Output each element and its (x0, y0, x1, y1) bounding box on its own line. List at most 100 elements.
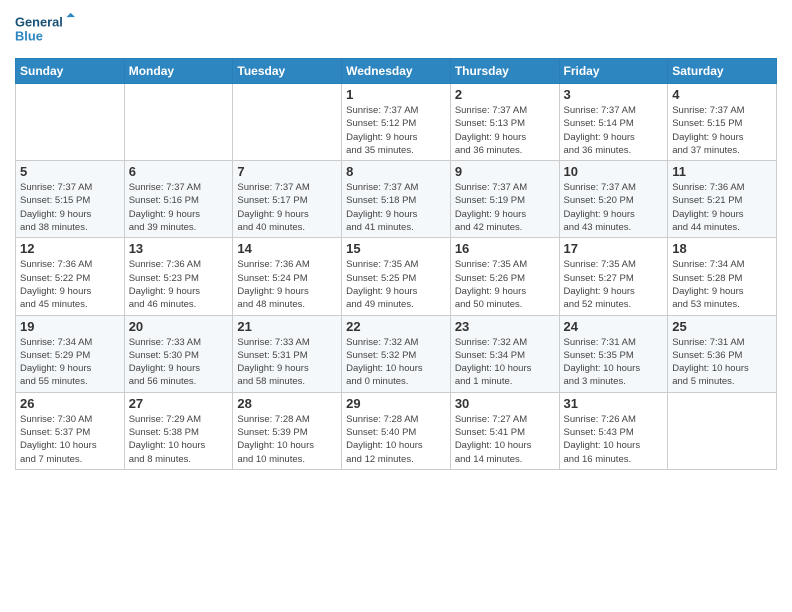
header: General Blue (15, 10, 777, 50)
day-number: 18 (672, 241, 772, 256)
day-info: Sunrise: 7:28 AM Sunset: 5:39 PM Dayligh… (237, 413, 337, 466)
day-cell: 11 Sunrise: 7:36 AM Sunset: 5:21 PM Dayli… (668, 161, 777, 238)
day-cell: 10 Sunrise: 7:37 AM Sunset: 5:20 PM Dayli… (559, 161, 668, 238)
day-info: Sunrise: 7:36 AM Sunset: 5:21 PM Dayligh… (672, 181, 772, 234)
day-cell: 6 Sunrise: 7:37 AM Sunset: 5:16 PM Daylig… (124, 161, 233, 238)
day-info: Sunrise: 7:35 AM Sunset: 5:27 PM Dayligh… (564, 258, 664, 311)
day-info: Sunrise: 7:27 AM Sunset: 5:41 PM Dayligh… (455, 413, 555, 466)
day-number: 19 (20, 319, 120, 334)
day-cell: 26 Sunrise: 7:30 AM Sunset: 5:37 PM Dayli… (16, 392, 125, 469)
day-number: 14 (237, 241, 337, 256)
day-cell: 27Sunrise: 7:29 AM Sunset: 5:38 PM Dayli… (124, 392, 233, 469)
day-number: 17 (564, 241, 664, 256)
day-number: 31 (564, 396, 664, 411)
day-number: 16 (455, 241, 555, 256)
weekday-header-friday: Friday (559, 59, 668, 84)
day-cell: 7 Sunrise: 7:37 AM Sunset: 5:17 PM Daylig… (233, 161, 342, 238)
day-number: 28 (237, 396, 337, 411)
day-info: Sunrise: 7:37 AM Sunset: 5:15 PM Dayligh… (20, 181, 120, 234)
day-cell: 19 Sunrise: 7:34 AM Sunset: 5:29 PM Dayli… (16, 315, 125, 392)
day-cell: 9 Sunrise: 7:37 AM Sunset: 5:19 PM Daylig… (450, 161, 559, 238)
day-cell: 17 Sunrise: 7:35 AM Sunset: 5:27 PM Dayli… (559, 238, 668, 315)
day-info: Sunrise: 7:37 AM Sunset: 5:17 PM Dayligh… (237, 181, 337, 234)
day-cell: 18 Sunrise: 7:34 AM Sunset: 5:28 PM Dayli… (668, 238, 777, 315)
weekday-header-sunday: Sunday (16, 59, 125, 84)
week-row-1: 1 Sunrise: 7:37 AM Sunset: 5:12 PM Daylig… (16, 84, 777, 161)
day-cell: 31 Sunrise: 7:26 AM Sunset: 5:43 PM Dayli… (559, 392, 668, 469)
day-number: 7 (237, 164, 337, 179)
day-number: 22 (346, 319, 446, 334)
day-info: Sunrise: 7:33 AM Sunset: 5:31 PM Dayligh… (237, 336, 337, 389)
day-info: Sunrise: 7:35 AM Sunset: 5:26 PM Dayligh… (455, 258, 555, 311)
day-number: 26 (20, 396, 120, 411)
logo-svg: General Blue (15, 10, 75, 50)
day-cell: 20 Sunrise: 7:33 AM Sunset: 5:30 PM Dayli… (124, 315, 233, 392)
day-cell: 4 Sunrise: 7:37 AM Sunset: 5:15 PM Daylig… (668, 84, 777, 161)
day-cell (233, 84, 342, 161)
day-number: 11 (672, 164, 772, 179)
day-number: 3 (564, 87, 664, 102)
day-info: Sunrise: 7:37 AM Sunset: 5:12 PM Dayligh… (346, 104, 446, 157)
weekday-header-thursday: Thursday (450, 59, 559, 84)
day-number: 29 (346, 396, 446, 411)
day-info: Sunrise: 7:37 AM Sunset: 5:19 PM Dayligh… (455, 181, 555, 234)
day-info: Sunrise: 7:29 AM Sunset: 5:38 PM Dayligh… (129, 413, 229, 466)
day-cell: 12Sunrise: 7:36 AM Sunset: 5:22 PM Dayli… (16, 238, 125, 315)
day-cell: 24Sunrise: 7:31 AM Sunset: 5:35 PM Dayli… (559, 315, 668, 392)
day-info: Sunrise: 7:37 AM Sunset: 5:14 PM Dayligh… (564, 104, 664, 157)
week-row-4: 19 Sunrise: 7:34 AM Sunset: 5:29 PM Dayli… (16, 315, 777, 392)
day-number: 10 (564, 164, 664, 179)
day-number: 23 (455, 319, 555, 334)
week-row-3: 12Sunrise: 7:36 AM Sunset: 5:22 PM Dayli… (16, 238, 777, 315)
day-cell: 8Sunrise: 7:37 AM Sunset: 5:18 PM Daylig… (342, 161, 451, 238)
day-info: Sunrise: 7:37 AM Sunset: 5:20 PM Dayligh… (564, 181, 664, 234)
day-cell: 13 Sunrise: 7:36 AM Sunset: 5:23 PM Dayli… (124, 238, 233, 315)
day-info: Sunrise: 7:37 AM Sunset: 5:16 PM Dayligh… (129, 181, 229, 234)
day-number: 1 (346, 87, 446, 102)
day-cell: 28 Sunrise: 7:28 AM Sunset: 5:39 PM Dayli… (233, 392, 342, 469)
day-number: 6 (129, 164, 229, 179)
day-number: 21 (237, 319, 337, 334)
day-info: Sunrise: 7:37 AM Sunset: 5:15 PM Dayligh… (672, 104, 772, 157)
logo: General Blue (15, 10, 75, 50)
day-cell: 14 Sunrise: 7:36 AM Sunset: 5:24 PM Dayli… (233, 238, 342, 315)
week-row-2: 5Sunrise: 7:37 AM Sunset: 5:15 PM Daylig… (16, 161, 777, 238)
day-info: Sunrise: 7:34 AM Sunset: 5:28 PM Dayligh… (672, 258, 772, 311)
day-cell: 16 Sunrise: 7:35 AM Sunset: 5:26 PM Dayli… (450, 238, 559, 315)
day-info: Sunrise: 7:33 AM Sunset: 5:30 PM Dayligh… (129, 336, 229, 389)
day-cell (668, 392, 777, 469)
calendar-table: SundayMondayTuesdayWednesdayThursdayFrid… (15, 58, 777, 470)
day-cell: 22Sunrise: 7:32 AM Sunset: 5:32 PM Dayli… (342, 315, 451, 392)
day-cell (16, 84, 125, 161)
weekday-header-wednesday: Wednesday (342, 59, 451, 84)
day-number: 25 (672, 319, 772, 334)
day-number: 2 (455, 87, 555, 102)
day-cell: 29 Sunrise: 7:28 AM Sunset: 5:40 PM Dayli… (342, 392, 451, 469)
day-info: Sunrise: 7:37 AM Sunset: 5:13 PM Dayligh… (455, 104, 555, 157)
day-info: Sunrise: 7:26 AM Sunset: 5:43 PM Dayligh… (564, 413, 664, 466)
day-cell: 21 Sunrise: 7:33 AM Sunset: 5:31 PM Dayli… (233, 315, 342, 392)
day-number: 20 (129, 319, 229, 334)
day-number: 8 (346, 164, 446, 179)
day-info: Sunrise: 7:36 AM Sunset: 5:24 PM Dayligh… (237, 258, 337, 311)
svg-text:Blue: Blue (15, 28, 43, 43)
day-info: Sunrise: 7:28 AM Sunset: 5:40 PM Dayligh… (346, 413, 446, 466)
day-info: Sunrise: 7:30 AM Sunset: 5:37 PM Dayligh… (20, 413, 120, 466)
day-cell: 1 Sunrise: 7:37 AM Sunset: 5:12 PM Daylig… (342, 84, 451, 161)
day-number: 13 (129, 241, 229, 256)
weekday-header-tuesday: Tuesday (233, 59, 342, 84)
day-cell: 15 Sunrise: 7:35 AM Sunset: 5:25 PM Dayli… (342, 238, 451, 315)
day-info: Sunrise: 7:34 AM Sunset: 5:29 PM Dayligh… (20, 336, 120, 389)
day-number: 9 (455, 164, 555, 179)
day-cell (124, 84, 233, 161)
day-info: Sunrise: 7:36 AM Sunset: 5:22 PM Dayligh… (20, 258, 120, 311)
weekday-header-saturday: Saturday (668, 59, 777, 84)
day-info: Sunrise: 7:36 AM Sunset: 5:23 PM Dayligh… (129, 258, 229, 311)
day-info: Sunrise: 7:35 AM Sunset: 5:25 PM Dayligh… (346, 258, 446, 311)
day-number: 4 (672, 87, 772, 102)
day-info: Sunrise: 7:31 AM Sunset: 5:36 PM Dayligh… (672, 336, 772, 389)
day-cell: 25 Sunrise: 7:31 AM Sunset: 5:36 PM Dayli… (668, 315, 777, 392)
weekday-header-row: SundayMondayTuesdayWednesdayThursdayFrid… (16, 59, 777, 84)
day-info: Sunrise: 7:32 AM Sunset: 5:34 PM Dayligh… (455, 336, 555, 389)
day-number: 15 (346, 241, 446, 256)
